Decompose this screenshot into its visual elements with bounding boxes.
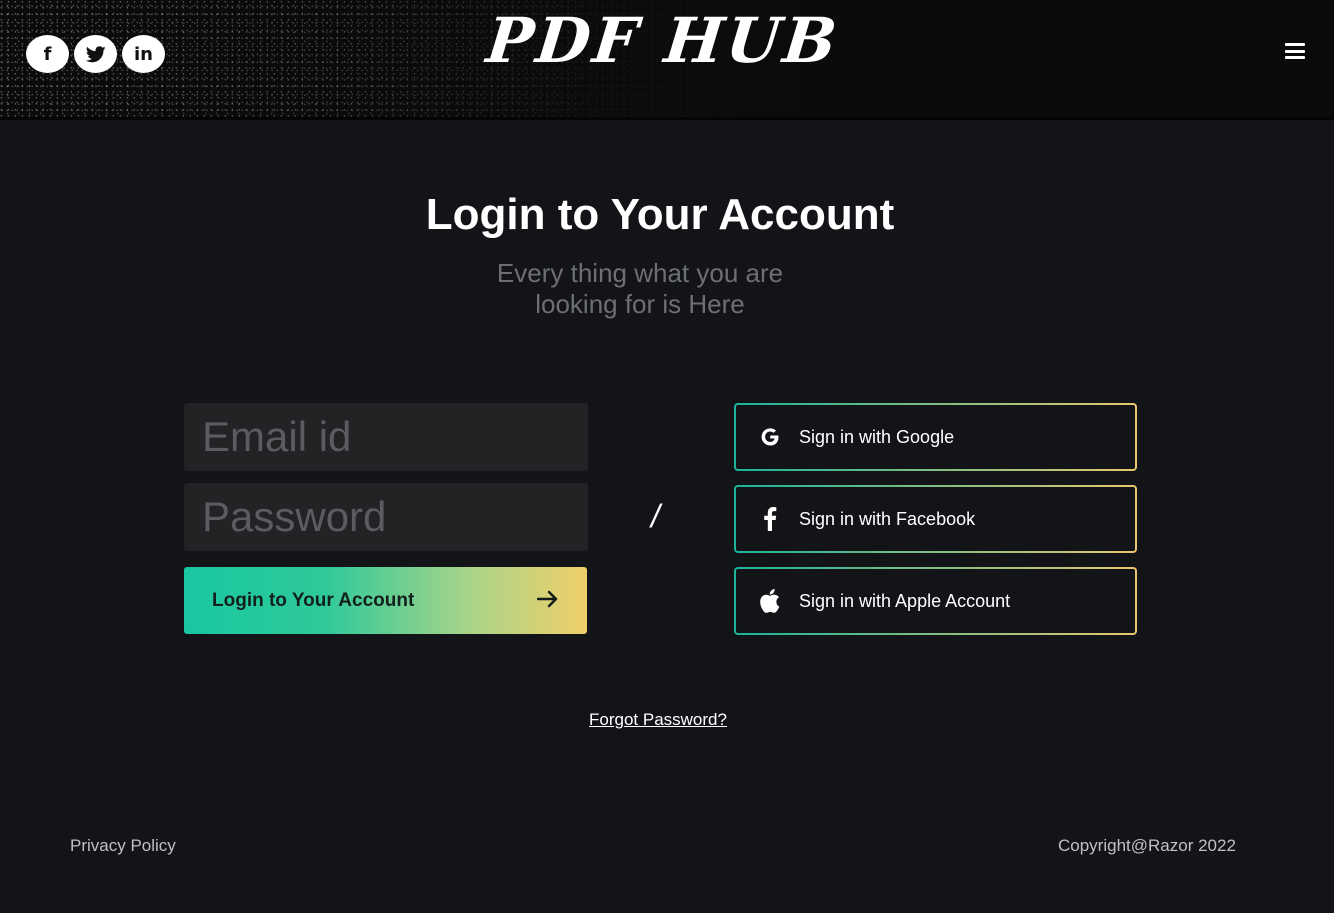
facebook-glyph: f [43, 43, 52, 65]
privacy-policy-link[interactable]: Privacy Policy [70, 836, 176, 856]
page-title: Login to Your Account [425, 190, 895, 239]
social-links: f in [26, 35, 165, 73]
menu-line [1285, 43, 1305, 46]
apple-logo-shape [760, 589, 780, 613]
sign-in-apple-button[interactable]: Sign in with Apple Account [734, 567, 1137, 635]
hamburger-menu-icon[interactable] [1285, 43, 1305, 59]
menu-line [1285, 49, 1305, 53]
google-icon [756, 423, 784, 451]
brand-logo[interactable]: PDF HUB [483, 4, 881, 77]
linkedin-glyph: in [134, 43, 153, 65]
email-field[interactable] [184, 403, 588, 471]
sign-in-apple-label: Sign in with Apple Account [799, 590, 1011, 611]
menu-line [1285, 56, 1305, 59]
google-g-shape [761, 428, 779, 446]
facebook-icon [756, 505, 784, 533]
sign-in-google-label: Sign in with Google [799, 426, 955, 447]
twitter-bird-shape [85, 45, 106, 62]
login-page: f in PDF HUB Login to Your Account Every… [0, 0, 1334, 913]
header-bar: f in PDF HUB [0, 0, 1334, 120]
facebook-icon[interactable]: f [26, 35, 69, 73]
forgot-password-link[interactable]: Forgot Password? [589, 710, 727, 730]
sign-in-facebook-label: Sign in with Facebook [799, 508, 976, 529]
login-button[interactable]: Login to Your Account [184, 567, 587, 634]
login-button-label: Login to Your Account [212, 589, 415, 611]
sign-in-facebook-button[interactable]: Sign in with Facebook [734, 485, 1137, 553]
sign-in-google-button[interactable]: Sign in with Google [734, 403, 1137, 471]
apple-icon [756, 587, 784, 615]
arrow-right-icon [536, 590, 559, 612]
page-subtitle: Every thing what you are looking for is … [496, 258, 784, 319]
twitter-icon[interactable] [74, 35, 117, 73]
copyright-text: Copyright@Razor 2022 [1058, 836, 1236, 855]
arrow-right-shape [536, 590, 558, 607]
facebook-f-shape [764, 507, 777, 531]
password-field[interactable] [184, 483, 588, 551]
linkedin-icon[interactable]: in [122, 35, 165, 73]
divider-slash: / [651, 498, 660, 534]
